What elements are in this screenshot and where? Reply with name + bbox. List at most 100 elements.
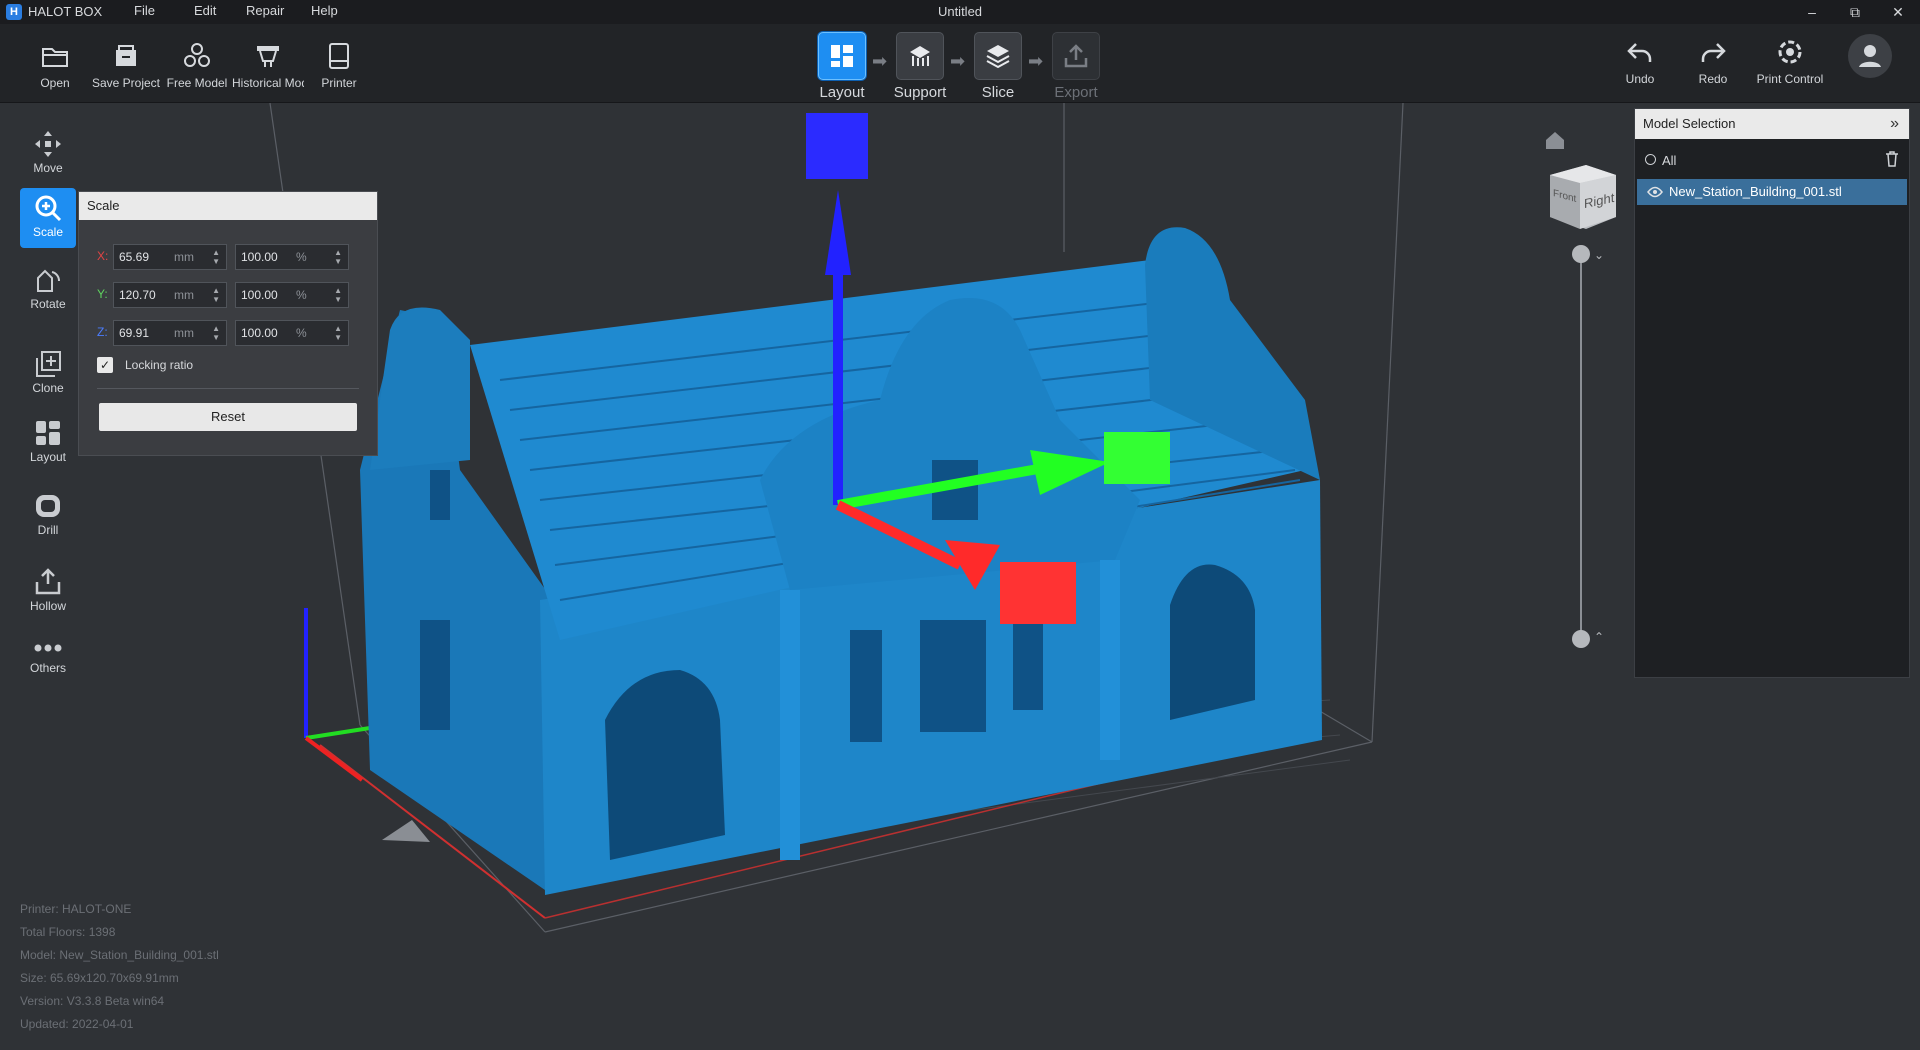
maximize-button[interactable]: ⧉ (1837, 0, 1873, 24)
workflow-step-support[interactable]: Support (888, 32, 952, 101)
info-printer: Printer: HALOT-ONE (20, 902, 132, 916)
percent-x-spinner[interactable]: ▲ ▼ (334, 248, 342, 266)
workflow-step-layout[interactable]: Layout (810, 32, 874, 101)
tool-layout[interactable]: Layout (20, 413, 76, 473)
rotate-icon (32, 264, 64, 296)
scale-icon (32, 192, 64, 224)
save-project-button[interactable]: Save Project (90, 24, 162, 100)
free-model-icon (181, 40, 213, 72)
redo-label: Redo (1698, 72, 1728, 86)
slice-icon (974, 32, 1022, 80)
tool-scale[interactable]: Scale (20, 188, 76, 248)
size-x-spinner[interactable]: ▲ ▼ (212, 248, 220, 266)
size-y-input[interactable]: 120.70 mm ▲ ▼ (113, 282, 227, 308)
model-name: New_Station_Building_001.stl (1669, 184, 1842, 199)
menu-file[interactable]: File (134, 3, 155, 18)
printer-button[interactable]: Printer (303, 24, 375, 100)
percent-x-unit: % (296, 250, 307, 264)
info-version: Version: V3.3.8 Beta win64 (20, 994, 165, 1008)
model-panel-title: Model Selection (1643, 116, 1736, 131)
title-bar: H HALOT BOX File Edit Repair Help Untitl… (0, 0, 1920, 24)
user-account-button[interactable] (1848, 34, 1892, 78)
close-button[interactable]: ✕ (1880, 0, 1916, 24)
folder-open-icon (39, 40, 71, 72)
free-model-button[interactable]: Free Model (161, 24, 233, 100)
undo-icon (1624, 36, 1656, 68)
workflow-step-export[interactable]: Export (1044, 32, 1108, 101)
model-info: Printer: HALOT-ONE Total Floors: 1398 Mo… (20, 898, 219, 1036)
size-x-value: 65.69 (119, 250, 150, 264)
tool-others-label: Others (29, 661, 66, 675)
menu-help[interactable]: Help (311, 3, 338, 18)
app-name: HALOT BOX (28, 4, 103, 19)
size-z-unit: mm (174, 326, 194, 340)
select-all-radio[interactable]: All (1645, 153, 1676, 168)
tool-scale-label: Scale (32, 225, 64, 239)
undo-button[interactable]: Undo (1604, 24, 1676, 100)
menu-edit[interactable]: Edit (194, 3, 216, 18)
size-x-input[interactable]: 65.69 mm ▲ ▼ (113, 244, 227, 270)
user-icon (1848, 34, 1892, 78)
tool-hollow[interactable]: Hollow (20, 562, 76, 622)
chevron-down-icon[interactable]: ⌄ (1594, 248, 1604, 262)
percent-y-unit: % (296, 288, 307, 302)
app-logo-icon: H (6, 4, 22, 20)
undo-label: Undo (1625, 72, 1655, 86)
model-list-item[interactable]: New_Station_Building_001.stl (1637, 179, 1907, 205)
locking-ratio-checkbox[interactable]: ✓ (97, 357, 113, 373)
eye-icon[interactable] (1647, 186, 1663, 198)
reset-button[interactable]: Reset (99, 403, 357, 431)
layer-slider-top-handle[interactable] (1572, 245, 1590, 263)
divider (97, 388, 359, 389)
percent-z-input[interactable]: 100.00 % ▲ ▼ (235, 320, 349, 346)
historical-models-button[interactable]: Historical Models (232, 24, 304, 100)
trash-icon[interactable] (1885, 151, 1899, 167)
home-view-icon[interactable] (1544, 130, 1566, 150)
model-panel-header: Model Selection » (1635, 109, 1909, 139)
workflow-arrow-icon: ➡ (872, 51, 888, 71)
open-label: Open (40, 76, 70, 90)
layout-icon (818, 32, 866, 80)
collapse-panel-icon[interactable]: » (1890, 109, 1899, 139)
tool-others[interactable]: Others (20, 630, 76, 690)
layer-slider-bottom-handle[interactable] (1572, 630, 1590, 648)
redo-button[interactable]: Redo (1677, 24, 1749, 100)
print-control-button[interactable]: Print Control (1754, 24, 1826, 100)
menu-repair[interactable]: Repair (246, 3, 284, 18)
axis-z-label: Z: (97, 325, 108, 339)
export-step-label: Export (1054, 84, 1098, 101)
support-icon (896, 32, 944, 80)
slice-step-label: Slice (981, 84, 1015, 101)
size-z-input[interactable]: 69.91 mm ▲ ▼ (113, 320, 227, 346)
percent-x-value: 100.00 (241, 250, 278, 264)
support-step-label: Support (893, 84, 947, 101)
percent-y-spinner[interactable]: ▲ ▼ (334, 286, 342, 304)
move-icon (32, 128, 64, 160)
tool-rotate[interactable]: Rotate (20, 260, 76, 320)
axis-x-label: X: (97, 249, 109, 263)
percent-x-input[interactable]: 100.00 % ▲ ▼ (235, 244, 349, 270)
export-icon (1052, 32, 1100, 80)
select-all-label: All (1662, 153, 1677, 168)
size-y-spinner[interactable]: ▲ ▼ (212, 286, 220, 304)
size-z-spinner[interactable]: ▲ ▼ (212, 324, 220, 342)
open-button[interactable]: Open (19, 24, 91, 100)
percent-y-input[interactable]: 100.00 % ▲ ▼ (235, 282, 349, 308)
size-y-unit: mm (174, 288, 194, 302)
percent-z-spinner[interactable]: ▲ ▼ (334, 324, 342, 342)
workflow-arrow-icon: ➡ (950, 51, 966, 71)
tool-clone-label: Clone (32, 381, 64, 395)
view-cube[interactable]: Front Right (1546, 161, 1618, 233)
redo-icon (1697, 36, 1729, 68)
auto-layout-icon (32, 417, 64, 449)
main-toolbar: Open Save Project Free Model Historical … (0, 24, 1920, 103)
workflow-step-slice[interactable]: Slice (966, 32, 1030, 101)
minimize-button[interactable]: – (1794, 0, 1830, 24)
chevron-up-icon[interactable]: ⌃ (1594, 630, 1604, 644)
tool-clone[interactable]: Clone (20, 344, 76, 404)
tool-drill[interactable]: Drill (20, 486, 76, 546)
origin-axes (304, 608, 371, 782)
printer-label: Printer (321, 76, 357, 90)
hollow-icon (32, 566, 64, 598)
tool-move[interactable]: Move (20, 124, 76, 184)
